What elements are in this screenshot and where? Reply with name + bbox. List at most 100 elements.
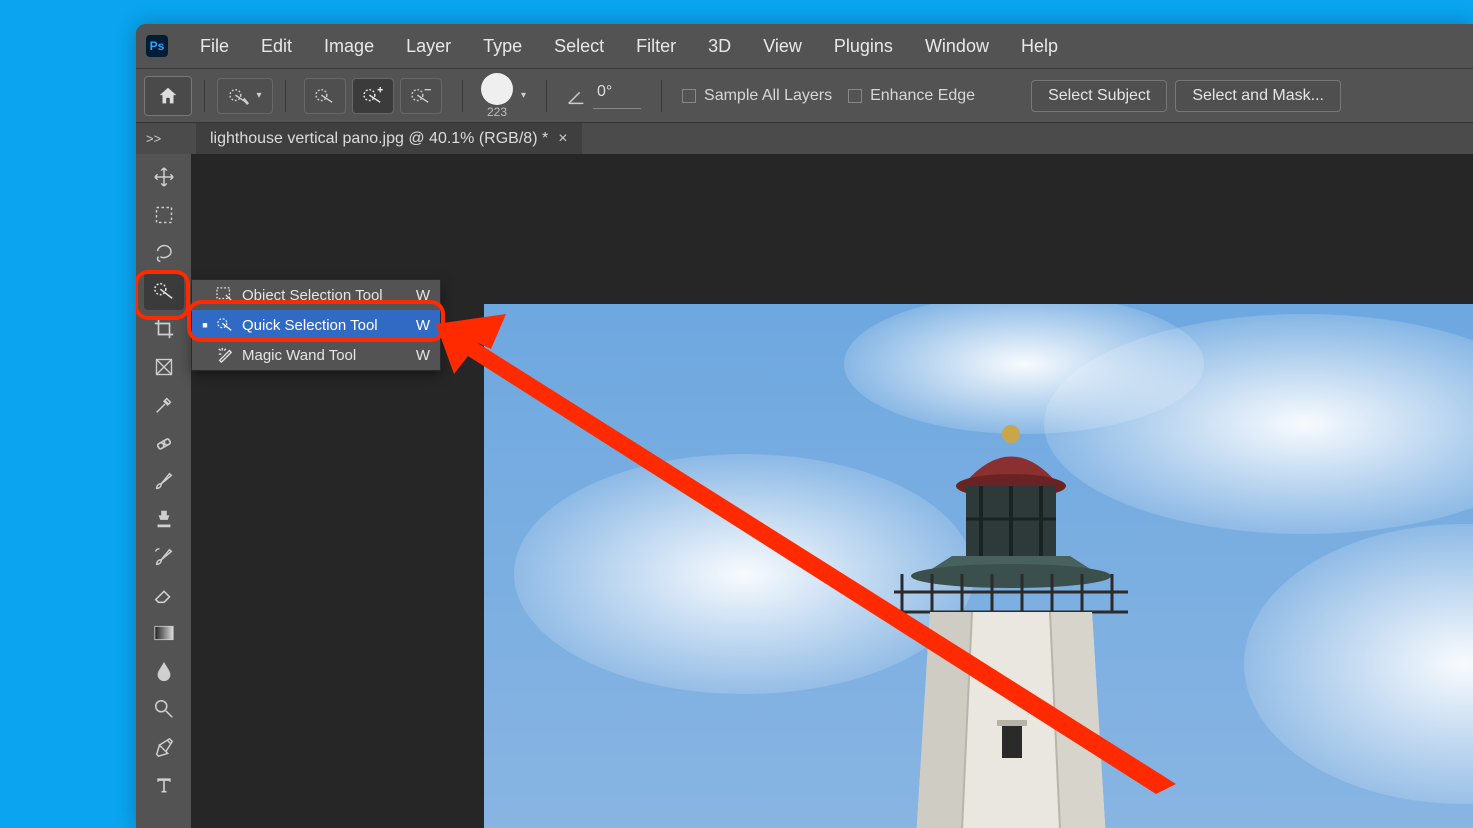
pen-tool-icon [153,736,175,758]
home-icon [157,85,179,107]
flyout-item-label: Magic Wand Tool [242,347,356,364]
menu-window[interactable]: Window [911,32,1003,61]
crop-tool[interactable] [144,310,184,348]
eraser-tool[interactable] [144,576,184,614]
quick-selection-plus-icon [362,87,384,105]
options-bar: ▾ 223 ▾ 0° [136,68,1473,122]
menu-help[interactable]: Help [1007,32,1072,61]
menu-view[interactable]: View [749,32,816,61]
brush-size-value: 223 [487,105,507,119]
selection-mode-group [304,78,450,114]
new-selection-button[interactable] [304,78,346,114]
spot-healing-icon [153,432,175,454]
move-tool[interactable] [144,158,184,196]
menu-image[interactable]: Image [310,32,388,61]
select-and-mask-button[interactable]: Select and Mask... [1175,80,1341,112]
chevron-down-icon: ▾ [521,90,526,101]
eyedropper-icon [153,394,175,416]
angle-icon [565,85,587,107]
add-to-selection-button[interactable] [352,78,394,114]
quick-selection-icon [314,87,336,105]
brush-preset-picker[interactable]: 223 ▾ [481,73,534,119]
pen-tool[interactable] [144,728,184,766]
flyout-item-shortcut: W [416,287,430,304]
clone-stamp-icon [153,508,175,530]
document-tabstrip: >> lighthouse vertical pano.jpg @ 40.1% … [136,122,1473,154]
menu-3d[interactable]: 3D [694,32,745,61]
current-tool-indicator: ■ [200,320,210,330]
separator [462,80,463,112]
eyedropper-tool[interactable] [144,386,184,424]
chevron-down-icon: ▾ [256,90,261,101]
close-icon[interactable]: × [558,130,567,148]
blur-tool[interactable] [144,652,184,690]
select-subject-button[interactable]: Select Subject [1031,80,1167,112]
history-brush-tool[interactable] [144,538,184,576]
dodge-tool-icon [153,698,175,720]
brush-angle-control[interactable]: 0° [565,83,649,109]
canvas[interactable] [191,154,1473,828]
document-image [484,304,1473,828]
document-tab-title: lighthouse vertical pano.jpg @ 40.1% (RG… [210,130,548,148]
frame-tool[interactable] [144,348,184,386]
quick-selection-tool[interactable] [144,272,184,310]
eraser-tool-icon [153,584,175,606]
flyout-item-label: Quick Selection Tool [242,317,378,334]
subtract-from-selection-button[interactable] [400,78,442,114]
menu-filter[interactable]: Filter [622,32,690,61]
document-tab[interactable]: lighthouse vertical pano.jpg @ 40.1% (RG… [196,123,582,154]
menu-edit[interactable]: Edit [247,32,306,61]
flyout-item-magic-wand[interactable]: Magic Wand Tool W [192,340,440,370]
app-window: Ps File Edit Image Layer Type Select Fil… [136,24,1473,828]
lasso-tool[interactable] [144,234,184,272]
flyout-item-label: Object Selection Tool [242,287,383,304]
quick-selection-icon [228,87,250,105]
menu-type[interactable]: Type [469,32,536,61]
panel-collapse-button[interactable]: >> [136,123,196,154]
enhance-edge-label: Enhance Edge [870,87,975,105]
frame-tool-icon [154,357,174,377]
magic-wand-icon [216,347,234,363]
type-tool-icon [154,775,174,795]
crop-tool-icon [153,318,175,340]
menu-plugins[interactable]: Plugins [820,32,907,61]
stamp-tool[interactable] [144,500,184,538]
flyout-item-object-selection[interactable]: Object Selection Tool W [192,280,440,310]
quick-selection-minus-icon [410,87,432,105]
rectangular-marquee-icon [154,205,174,225]
type-tool[interactable] [144,766,184,804]
brush-tool-icon [153,470,175,492]
checkbox-icon [682,89,696,103]
blur-tool-icon [155,660,173,682]
brush-preview-icon [481,73,513,105]
dodge-tool[interactable] [144,690,184,728]
marquee-tool[interactable] [144,196,184,234]
checkbox-icon [848,89,862,103]
menu-select[interactable]: Select [540,32,618,61]
flyout-item-quick-selection[interactable]: ■ Quick Selection Tool W [192,310,440,340]
separator [204,80,205,112]
enhance-edge-option[interactable]: Enhance Edge [848,87,975,105]
menu-layer[interactable]: Layer [392,32,465,61]
separator [661,80,662,112]
app-logo: Ps [146,35,168,57]
object-selection-icon [216,287,234,303]
quick-selection-icon [153,281,175,301]
lasso-tool-icon [153,242,175,264]
toolbox [136,154,191,828]
menu-bar: Ps File Edit Image Layer Type Select Fil… [136,24,1473,68]
menu-file[interactable]: File [186,32,243,61]
sample-all-layers-label: Sample All Layers [704,87,832,105]
work-area: Object Selection Tool W ■ Quick Selectio… [136,154,1473,828]
move-tool-icon [153,166,175,188]
history-brush-icon [153,546,175,568]
gradient-tool-icon [154,625,174,641]
quick-selection-preset[interactable]: ▾ [217,78,273,114]
angle-value[interactable]: 0° [593,83,641,109]
sample-all-layers-option[interactable]: Sample All Layers [682,87,832,105]
quick-selection-icon [216,317,234,333]
home-button[interactable] [144,76,192,116]
healing-tool[interactable] [144,424,184,462]
gradient-tool[interactable] [144,614,184,652]
brush-tool[interactable] [144,462,184,500]
